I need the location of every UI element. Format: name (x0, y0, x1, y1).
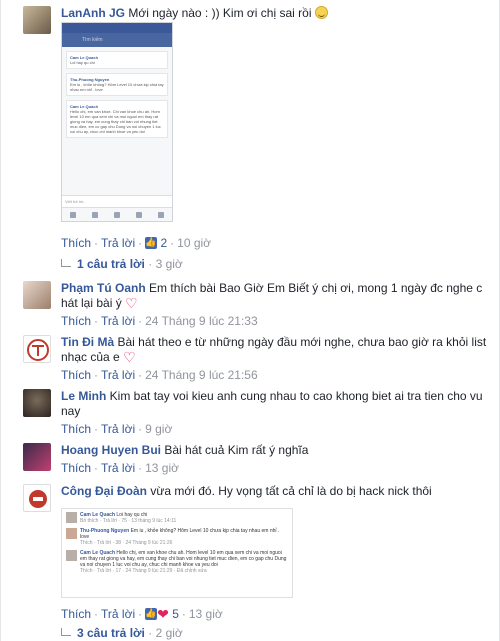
tin-di-ma-logo-icon (27, 339, 49, 361)
reply-item: Cam Le Quach Hello chị, em van khoe chu … (66, 550, 288, 574)
reply-button[interactable]: Trả lời (101, 607, 135, 621)
timestamp[interactable]: 10 giờ (177, 236, 211, 250)
avatar[interactable] (23, 484, 51, 512)
avatar[interactable] (23, 389, 51, 417)
like-button[interactable]: Thích (61, 461, 91, 475)
timestamp[interactable]: 24 Tháng 9 lúc 21:56 (145, 368, 258, 382)
emblem-icon (29, 490, 47, 508)
status-bar (62, 23, 172, 33)
commenter-name[interactable]: Công Đại Đoàn (61, 484, 147, 498)
comment-text: Bài hát cuả Kim rất ý nghĩa (164, 443, 309, 457)
commenter-name[interactable]: Le Minh (61, 389, 106, 403)
like-button[interactable]: Thích (61, 368, 91, 382)
like-button[interactable]: Thích (61, 607, 91, 621)
comment-thread: LanAnh JG Mới ngày nào : )) Kim ơi chị s… (0, 0, 500, 641)
comment-text: Kim bat tay voi kieu anh cung nhau to ca… (61, 389, 483, 418)
tab-icon (70, 211, 76, 218)
avatar (66, 528, 77, 539)
replies-timestamp: 3 giờ (155, 257, 183, 271)
timestamp[interactable]: 13 giờ (189, 607, 223, 621)
search-bar: Tìm kiếm (62, 33, 172, 47)
reply-arrow-icon (61, 628, 71, 636)
avatar (66, 512, 77, 523)
commenter-name[interactable]: Tin Đi Mà (61, 335, 114, 349)
tab-icon (114, 211, 120, 218)
reaction-count[interactable]: 2 (160, 236, 167, 250)
avatar[interactable] (23, 335, 51, 363)
timestamp[interactable]: 13 giờ (145, 461, 179, 475)
reply-item: Thu-Phuong Nguyen Em iu , khỏe không? Hô… (66, 528, 288, 546)
commenter-name[interactable]: LanAnh JG (61, 6, 125, 20)
heart-emoji-icon: ♡ (125, 295, 138, 311)
view-replies-link[interactable]: 3 câu trả lời · 2 giờ (61, 626, 183, 640)
heart-emoji-icon: ♡ (123, 349, 136, 365)
reply-button[interactable]: Trả lời (101, 236, 135, 250)
tab-icon (92, 211, 98, 218)
like-button[interactable]: Thích (61, 314, 91, 328)
reply-button[interactable]: Trả lời (101, 461, 135, 475)
timestamp[interactable]: 24 Tháng 9 lúc 21:33 (145, 314, 258, 328)
like-reaction-icon[interactable] (145, 606, 158, 621)
comment-text: vừa mới đó. Hy vọng tất cả chỉ là do bị … (150, 484, 432, 498)
avatar[interactable] (23, 281, 51, 309)
message-item: Cam Le Quach Loi hay qu chi (66, 51, 168, 69)
reply-item: Cam Le Quach Loi hay qu chi Bỏ thích · T… (66, 512, 288, 524)
avatar[interactable] (23, 443, 51, 471)
reply-button[interactable]: Trả lời (101, 314, 135, 328)
avatar (66, 550, 77, 561)
smiley-emoji-icon (314, 6, 328, 19)
reply-arrow-icon (61, 259, 71, 267)
like-reaction-icon[interactable] (145, 235, 158, 250)
reply-button[interactable]: Trả lời (101, 368, 135, 382)
timestamp[interactable]: 9 giờ (145, 422, 172, 436)
reply-input: Viết trả lời... (62, 195, 172, 207)
attached-screenshot-image[interactable]: Tìm kiếm Cam Le Quach Loi hay qu chi Thu-… (61, 22, 173, 222)
message-item: Cam Le Quach Hello chị, em van khoe. Chi … (66, 100, 168, 138)
view-replies-link[interactable]: 1 câu trả lời · 3 giờ (61, 257, 183, 271)
replies-timestamp: 2 giờ (155, 626, 183, 640)
like-button[interactable]: Thích (61, 236, 91, 250)
tab-icon (136, 211, 142, 218)
message-item: Thu-Phuong Nguyen Em iu , khỏe không? Hôm… (66, 73, 168, 96)
reaction-count[interactable]: 5 (172, 607, 179, 621)
comment-text: Mới ngày nào : )) Kim ơi chị sai rồi (128, 6, 312, 20)
tab-bar (62, 207, 172, 221)
attached-screenshot-image[interactable]: Cam Le Quach Loi hay qu chi Bỏ thích · T… (61, 508, 293, 598)
avatar[interactable] (23, 6, 51, 34)
like-button[interactable]: Thích (61, 422, 91, 436)
tab-icon (158, 211, 164, 218)
heart-reaction-icon[interactable]: ❤ (157, 606, 169, 622)
reply-button[interactable]: Trả lời (101, 422, 135, 436)
commenter-name[interactable]: Hoang Huyen Bui (61, 443, 161, 457)
commenter-name[interactable]: Phạm Tú Oanh (61, 281, 146, 295)
